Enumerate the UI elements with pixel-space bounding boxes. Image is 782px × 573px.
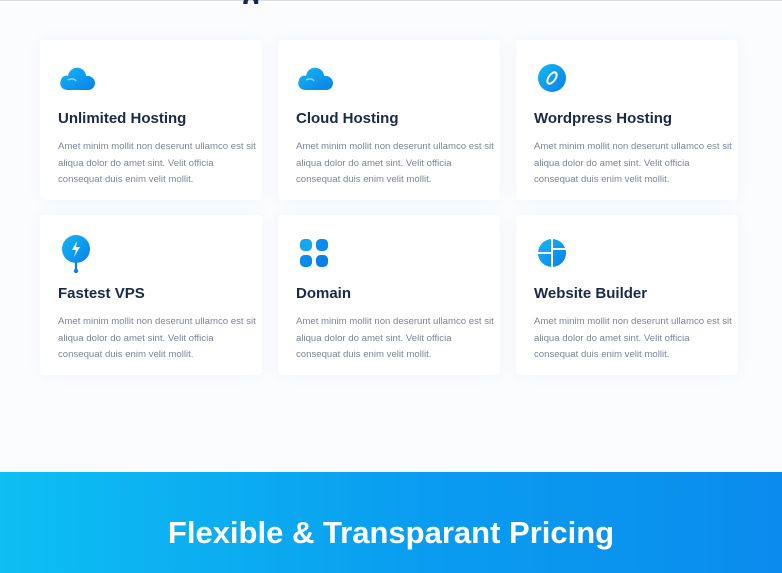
service-card-website-builder[interactable]: Website Builder Amet minim mollit non de… [516,215,738,375]
service-title: Cloud Hosting [296,110,399,127]
service-card-cloud-hosting[interactable]: Cloud Hosting Amet minim mollit non dese… [278,40,500,200]
service-card-unlimited-hosting[interactable]: Unlimited Hosting Amet minim mollit non … [40,40,262,200]
pricing-heading: Flexible & Transparant Pricing [167,515,615,550]
grid-dots-icon [296,235,336,267]
service-card-domain[interactable]: Domain Amet minim mollit non deserunt ul… [278,215,500,375]
service-description: Amet minim mollit non deserunt ullamco e… [534,316,732,360]
service-description: Amet minim mollit non deserunt ullamco e… [58,141,256,185]
service-title: Unlimited Hosting [58,110,187,127]
service-card-fastest-vps[interactable]: Fastest VPS Amet minim mollit non deseru… [40,215,262,375]
cloud-icon [296,60,336,92]
wordpress-icon [534,60,574,92]
lightning-pin-icon [58,235,98,274]
service-title: Fastest VPS [58,285,145,302]
service-title: Wordpress Hosting [534,110,673,127]
service-description: Amet minim mollit non deserunt ullamco e… [58,316,256,360]
service-description: Amet minim mollit non deserunt ullamco e… [534,141,732,185]
section-heading-fragment: g [242,0,262,4]
service-title: Website Builder [534,285,648,302]
service-title: Domain [296,285,352,302]
top-divider [0,0,782,1]
service-description: Amet minim mollit non deserunt ullamco e… [296,316,494,360]
pie-chart-icon [534,235,574,267]
service-card-wordpress-hosting[interactable]: Wordpress Hosting Amet minim mollit non … [516,40,738,200]
service-description: Amet minim mollit non deserunt ullamco e… [296,141,494,185]
cloud-icon [58,60,98,92]
services-grid: Unlimited Hosting Amet minim mollit non … [40,40,754,380]
